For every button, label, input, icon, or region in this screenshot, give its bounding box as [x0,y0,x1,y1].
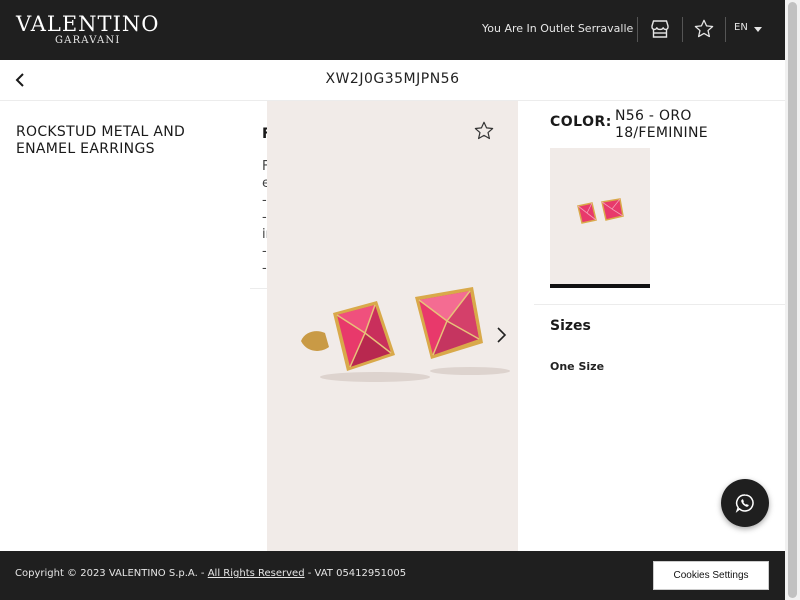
wishlist-star-icon[interactable] [693,18,715,40]
cookies-settings-button[interactable]: Cookies Settings [653,561,769,590]
site-header: VALENTINO GARAVANI You Are In Outlet Ser… [0,0,785,60]
product-sku: XW2J0G35MJPN56 [325,71,460,87]
section-divider [534,304,785,305]
language-selector[interactable]: EN [734,22,748,33]
sizes-title: Sizes [550,318,591,334]
color-swatch-selected[interactable] [550,148,650,288]
whatsapp-icon [735,494,754,513]
size-option[interactable]: One Size [550,360,604,373]
logo-sub-text: GARAVANI [54,35,121,46]
color-value: N56 - ORO 18/FEMININE [615,108,708,141]
page: VALENTINO GARAVANI You Are In Outlet Ser… [0,0,800,600]
vat-text: - VAT 05412951005 [304,568,407,579]
page-scrollbar[interactable] [785,0,800,600]
chevron-left-icon[interactable] [12,70,30,90]
outlet-location-text[interactable]: You Are In Outlet Serravalle [482,22,633,35]
store-icon[interactable] [650,19,670,39]
header-divider [637,17,638,42]
logo-main-text: VALENTINO [16,12,160,36]
chevron-down-icon[interactable] [754,27,762,32]
header-divider [682,17,683,42]
copyright-text: Copyright © 2023 VALENTINO S.p.A. - All … [15,568,406,579]
favorite-star-icon[interactable] [473,120,495,142]
product-subheader: XW2J0G35MJPN56 [0,60,785,101]
swatch-thumbnail-image [577,198,624,224]
site-footer: Copyright © 2023 VALENTINO S.p.A. - All … [0,551,785,600]
earrings-image [301,287,510,382]
chevron-right-icon[interactable] [495,325,509,345]
all-rights-reserved-link[interactable]: All Rights Reserved [208,568,305,579]
whatsapp-chat-button[interactable] [721,479,769,527]
header-divider [725,17,726,42]
valentino-logo[interactable]: VALENTINO GARAVANI [16,13,159,47]
color-label: COLOR: [550,114,612,130]
product-image-carousel[interactable] [267,101,518,551]
copyright-prefix: Copyright © 2023 VALENTINO S.p.A. - [15,568,208,579]
scrollbar-thumb[interactable] [788,2,797,598]
product-name: ROCKSTUD METAL AND ENAMEL EARRINGS [16,124,186,157]
